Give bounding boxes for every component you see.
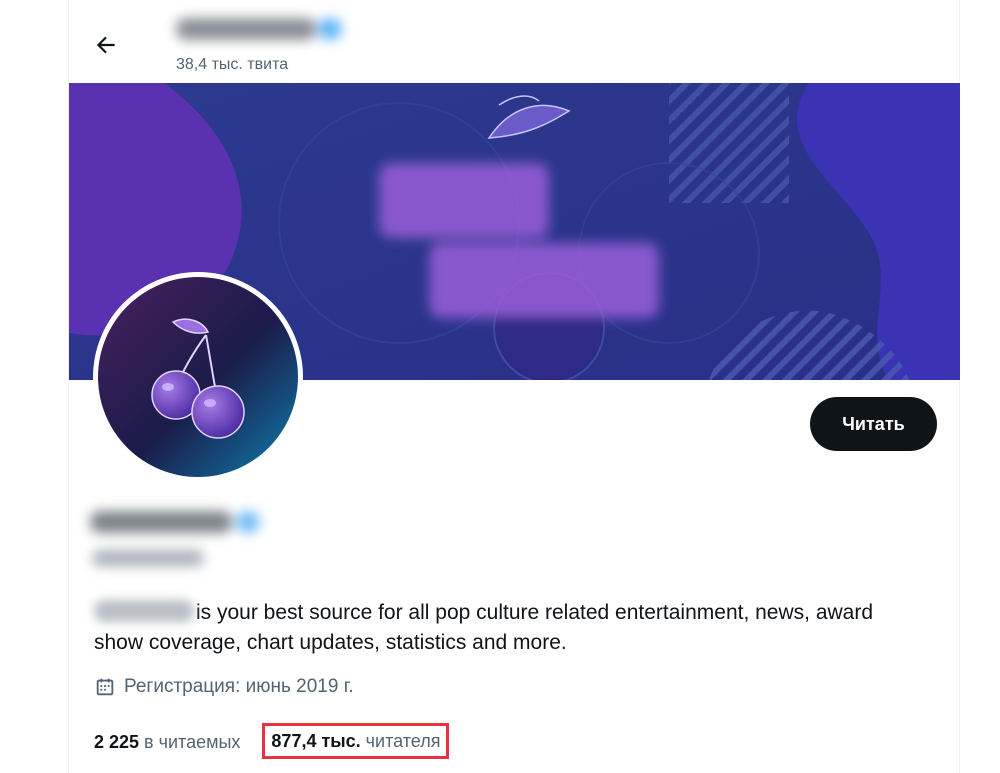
followers-label: читателя [365,730,441,751]
join-date-text: Регистрация: июнь 2019 г. [124,676,354,697]
verified-badge-icon [236,511,260,533]
follow-stats: 2 225 в читаемых 877,4 тыс. читателя [94,723,450,760]
follow-button[interactable]: Читать [810,397,937,451]
following-label: в читаемых [144,731,241,752]
verified-badge-icon [318,18,342,40]
arrow-left-icon [96,36,115,54]
username-blurred [92,548,208,568]
bio-name-blurred [94,600,194,622]
avatar[interactable] [98,277,298,477]
following-link[interactable]: 2 225 в читаемых [94,732,240,753]
following-count: 2 225 [94,731,140,752]
tweet-count: 38,4 тыс. твита [176,56,289,73]
followers-count: 877,4 тыс. [271,730,361,751]
followers-link[interactable]: 877,4 тыс. читателя [262,723,450,759]
join-date: Регистрация: июнь 2019 г. [94,676,354,698]
calendar-icon [96,678,114,696]
cherry-avatar-image [98,277,298,477]
bio-text: is your best source for all pop culture … [94,601,874,654]
display-name-blurred [90,505,270,539]
profile-bio: is your best source for all pop culture … [94,598,914,658]
header-display-name-blurred [176,14,346,46]
back-button[interactable] [86,25,126,65]
